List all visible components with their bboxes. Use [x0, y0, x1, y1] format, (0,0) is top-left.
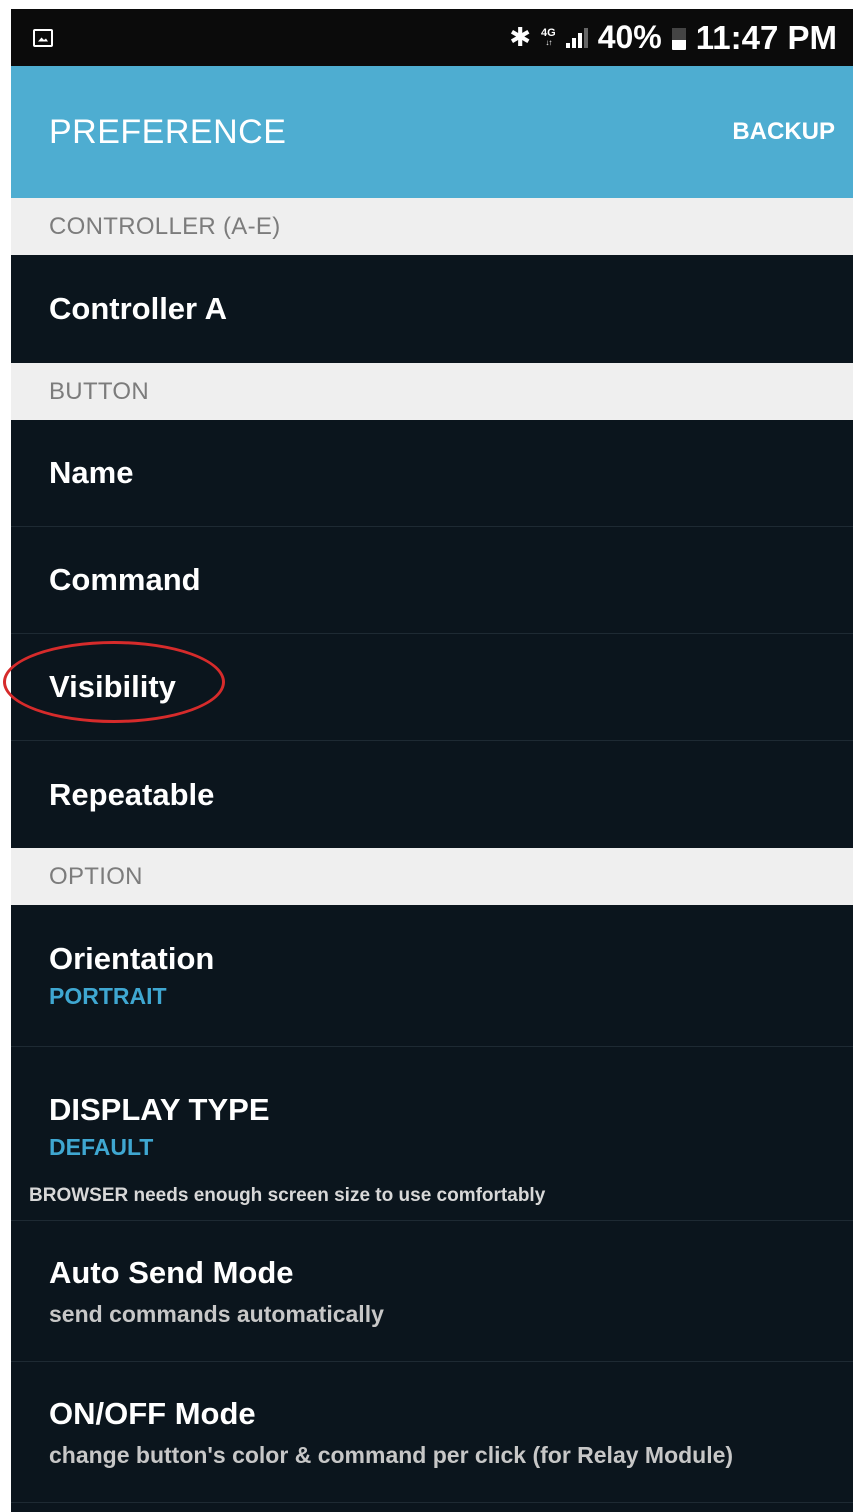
app-screen: ✱ 4G ↓↑ 40% 11:47 PM PREFERENCE BACKUP C… [11, 9, 853, 1512]
backup-button[interactable]: BACKUP [732, 118, 835, 146]
pref-summary: send commands automatically [49, 1300, 384, 1327]
section-header-option: OPTION [11, 848, 853, 905]
pref-name[interactable]: Name [11, 420, 853, 527]
pref-title: Visibility [49, 669, 176, 704]
pref-command[interactable]: Command [11, 527, 853, 634]
pref-title: ON/OFF Mode [49, 1395, 256, 1431]
network-type-icon: 4G ↓↑ [541, 27, 556, 47]
pref-title: Repeatable [49, 776, 215, 812]
pref-title: DISPLAY TYPE [49, 1092, 270, 1127]
signal-icon [565, 27, 588, 48]
pref-title: Auto Send Mode [49, 1254, 294, 1290]
battery-percent: 40% [597, 19, 662, 55]
clock: 11:47 PM [695, 18, 837, 56]
pref-on-off-mode[interactable]: ON/OFF Mode change button's color & comm… [11, 1362, 853, 1503]
status-bar: ✱ 4G ↓↑ 40% 11:47 PM [11, 9, 853, 66]
pref-display-type[interactable]: DISPLAY TYPE DEFAULT [11, 1047, 853, 1171]
section-header-controller: CONTROLLER (A-E) [11, 198, 853, 255]
pref-summary: PORTRAIT [49, 983, 167, 1009]
pref-summary: DEFAULT [49, 1134, 154, 1160]
pref-title: Orientation [49, 941, 215, 976]
action-bar: PREFERENCE BACKUP [11, 66, 853, 198]
section-header-button: BUTTON [11, 363, 853, 420]
pref-auto-send-mode[interactable]: Auto Send Mode send commands automatical… [11, 1221, 853, 1362]
battery-icon [671, 27, 686, 50]
pref-visibility[interactable]: Visibility [11, 634, 853, 741]
page-title: PREFERENCE [49, 112, 287, 151]
display-type-note: BROWSER needs enough screen size to use … [11, 1171, 853, 1221]
image-notification-icon [33, 28, 53, 47]
pref-orientation[interactable]: Orientation PORTRAIT [11, 905, 853, 1047]
pref-title: Name [49, 455, 134, 490]
pref-title: Command [49, 562, 201, 597]
pref-repeatable[interactable]: Repeatable [11, 741, 853, 848]
pref-summary: change button's color & command per clic… [49, 1441, 734, 1468]
bluetooth-icon: ✱ [509, 22, 532, 53]
pref-controller-a[interactable]: Controller A [11, 255, 853, 363]
pref-title: Controller A [49, 291, 227, 326]
